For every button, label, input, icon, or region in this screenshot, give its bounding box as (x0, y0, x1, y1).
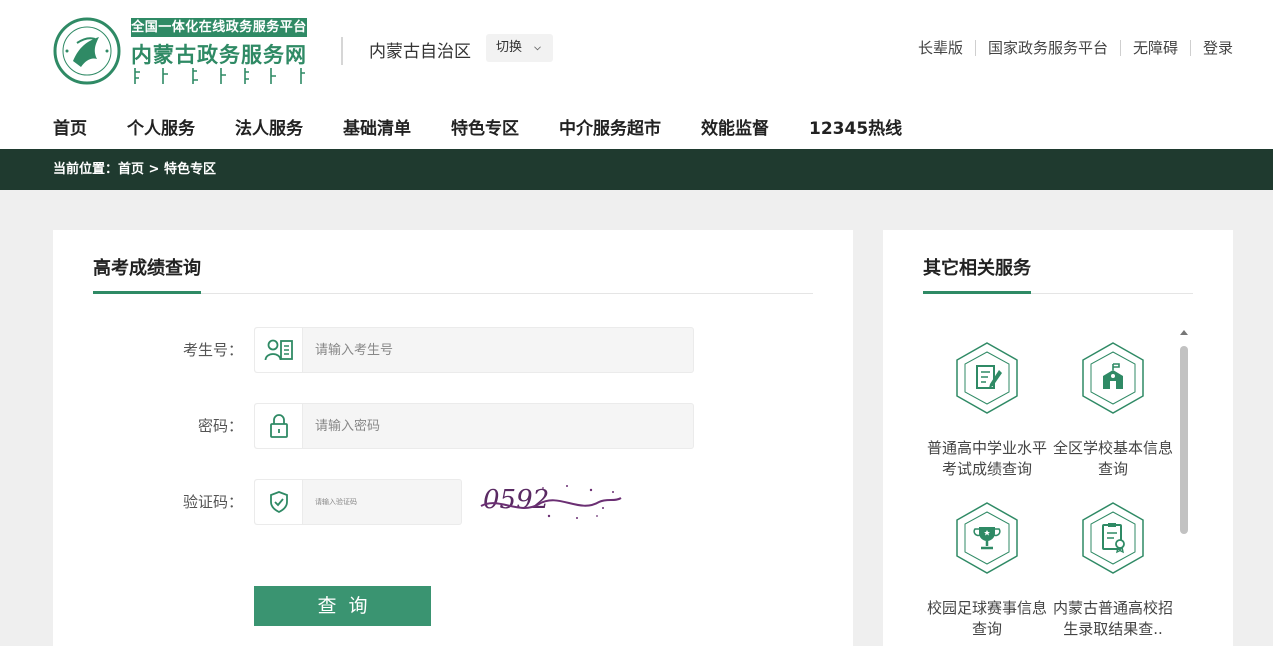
scrollbar-thumb[interactable] (1180, 346, 1188, 534)
shield-check-icon (255, 480, 303, 524)
breadcrumb: 当前位置：首页 > 特色专区 (0, 149, 1273, 190)
admission-certificate-icon (1082, 502, 1144, 574)
service-label: 校园足球赛事信息查询 (926, 599, 1047, 638)
nav-agency-market[interactable]: 中介服务超市 (559, 114, 661, 139)
region-switch-button[interactable]: 切换 (486, 34, 553, 62)
elder-mode-link[interactable]: 长辈版 (918, 37, 963, 58)
service-label: 全区学校基本信息查询 (1052, 439, 1173, 478)
site-header: 全国一体化在线政务服务平台 内蒙古政务服务网 内蒙古自治区 切换 长辈版 国家政… (0, 0, 1273, 149)
service-item-school-info[interactable]: 全区学校基本信息查询 (1049, 342, 1177, 480)
nav-featured-zone[interactable]: 特色专区 (451, 114, 519, 139)
main-navigation: 首页 个人服务 法人服务 基础清单 特色专区 中介服务超市 效能监督 12345… (53, 114, 942, 139)
accessibility-link[interactable]: 无障碍 (1133, 37, 1178, 58)
site-logo-emblem-icon[interactable] (53, 17, 121, 85)
current-region: 内蒙古自治区 (369, 42, 471, 62)
captcha-input[interactable] (315, 480, 455, 524)
captcha-row: 验证码： (53, 479, 243, 525)
title-underline (93, 293, 813, 294)
captcha-label: 验证码： (182, 493, 243, 511)
captcha-field[interactable] (254, 479, 462, 525)
exam-number-label: 考生号： (182, 341, 243, 359)
captcha-text: 0592 (483, 485, 549, 515)
link-separator (974, 39, 976, 56)
exam-number-field[interactable] (254, 327, 694, 373)
service-label: 普通高中学业水平考试成绩查询 (926, 439, 1047, 478)
link-separator (1189, 39, 1191, 56)
document-edit-icon (956, 342, 1018, 414)
scroll-up-arrow-icon[interactable] (1180, 330, 1188, 335)
national-platform-link[interactable]: 国家政务服务平台 (988, 37, 1108, 58)
nav-efficiency-supervision[interactable]: 效能监督 (701, 114, 769, 139)
service-item-academic-test-score[interactable]: 普通高中学业水平考试成绩查询 (923, 342, 1051, 480)
trophy-icon (956, 502, 1018, 574)
header-divider (341, 37, 343, 65)
nav-home[interactable]: 首页 (53, 114, 87, 139)
password-input[interactable] (315, 404, 685, 448)
breadcrumb-current: 特色专区 (163, 162, 216, 177)
password-label: 密码： (197, 417, 243, 435)
logo-platform-tag: 全国一体化在线政务服务平台 (131, 18, 307, 37)
service-label: 内蒙古普通高校招生录取结果查.. (1052, 599, 1173, 638)
nav-personal-services[interactable]: 个人服务 (127, 114, 195, 139)
link-separator (1119, 39, 1121, 56)
query-submit-button[interactable]: 查询 (254, 586, 431, 626)
service-list-scrollbar[interactable] (1179, 330, 1189, 646)
title-accent-bar (923, 291, 1031, 294)
lock-icon (255, 404, 303, 448)
nav-corporate-services[interactable]: 法人服务 (235, 114, 303, 139)
mongolian-script-icon (134, 68, 305, 84)
nav-basic-lists[interactable]: 基础清单 (343, 114, 411, 139)
nav-12345-hotline[interactable]: 12345热线 (809, 114, 902, 139)
logo-site-title[interactable]: 内蒙古政务服务网 (131, 39, 307, 69)
exam-number-row: 考生号： (53, 327, 243, 373)
top-utility-links: 长辈版 国家政务服务平台 无障碍 登录 (918, 37, 1233, 58)
panel-title: 其它相关服务 (923, 258, 1031, 279)
service-item-campus-football[interactable]: 校园足球赛事信息查询 (923, 502, 1051, 640)
password-field[interactable] (254, 403, 694, 449)
region-switch-label: 切换 (496, 40, 523, 55)
password-row: 密码： (53, 403, 243, 449)
title-accent-bar (93, 291, 201, 294)
id-card-icon (255, 328, 303, 372)
panel-title: 高考成绩查询 (93, 258, 201, 279)
chevron-down-icon (534, 46, 541, 51)
service-grid: 普通高中学业水平考试成绩查询 全区学校基本信息查询 校园足球赛事信息查询 内蒙古… (923, 330, 1183, 646)
breadcrumb-separator: > (144, 162, 164, 177)
breadcrumb-prefix: 当前位置： (53, 162, 119, 177)
school-building-icon (1082, 342, 1144, 414)
score-query-panel: 高考成绩查询 考生号： 密码： 验证码： (53, 230, 853, 646)
exam-number-input[interactable] (315, 328, 685, 372)
captcha-image[interactable]: 0592 (479, 476, 625, 526)
login-link[interactable]: 登录 (1203, 37, 1233, 58)
breadcrumb-home-link[interactable]: 首页 (118, 162, 144, 177)
service-item-admission-result[interactable]: 内蒙古普通高校招生录取结果查.. (1049, 502, 1177, 640)
related-services-panel: 其它相关服务 普通高中学业水平考试成绩查询 全区学校基本信息查询 校园足球赛事信… (883, 230, 1233, 646)
